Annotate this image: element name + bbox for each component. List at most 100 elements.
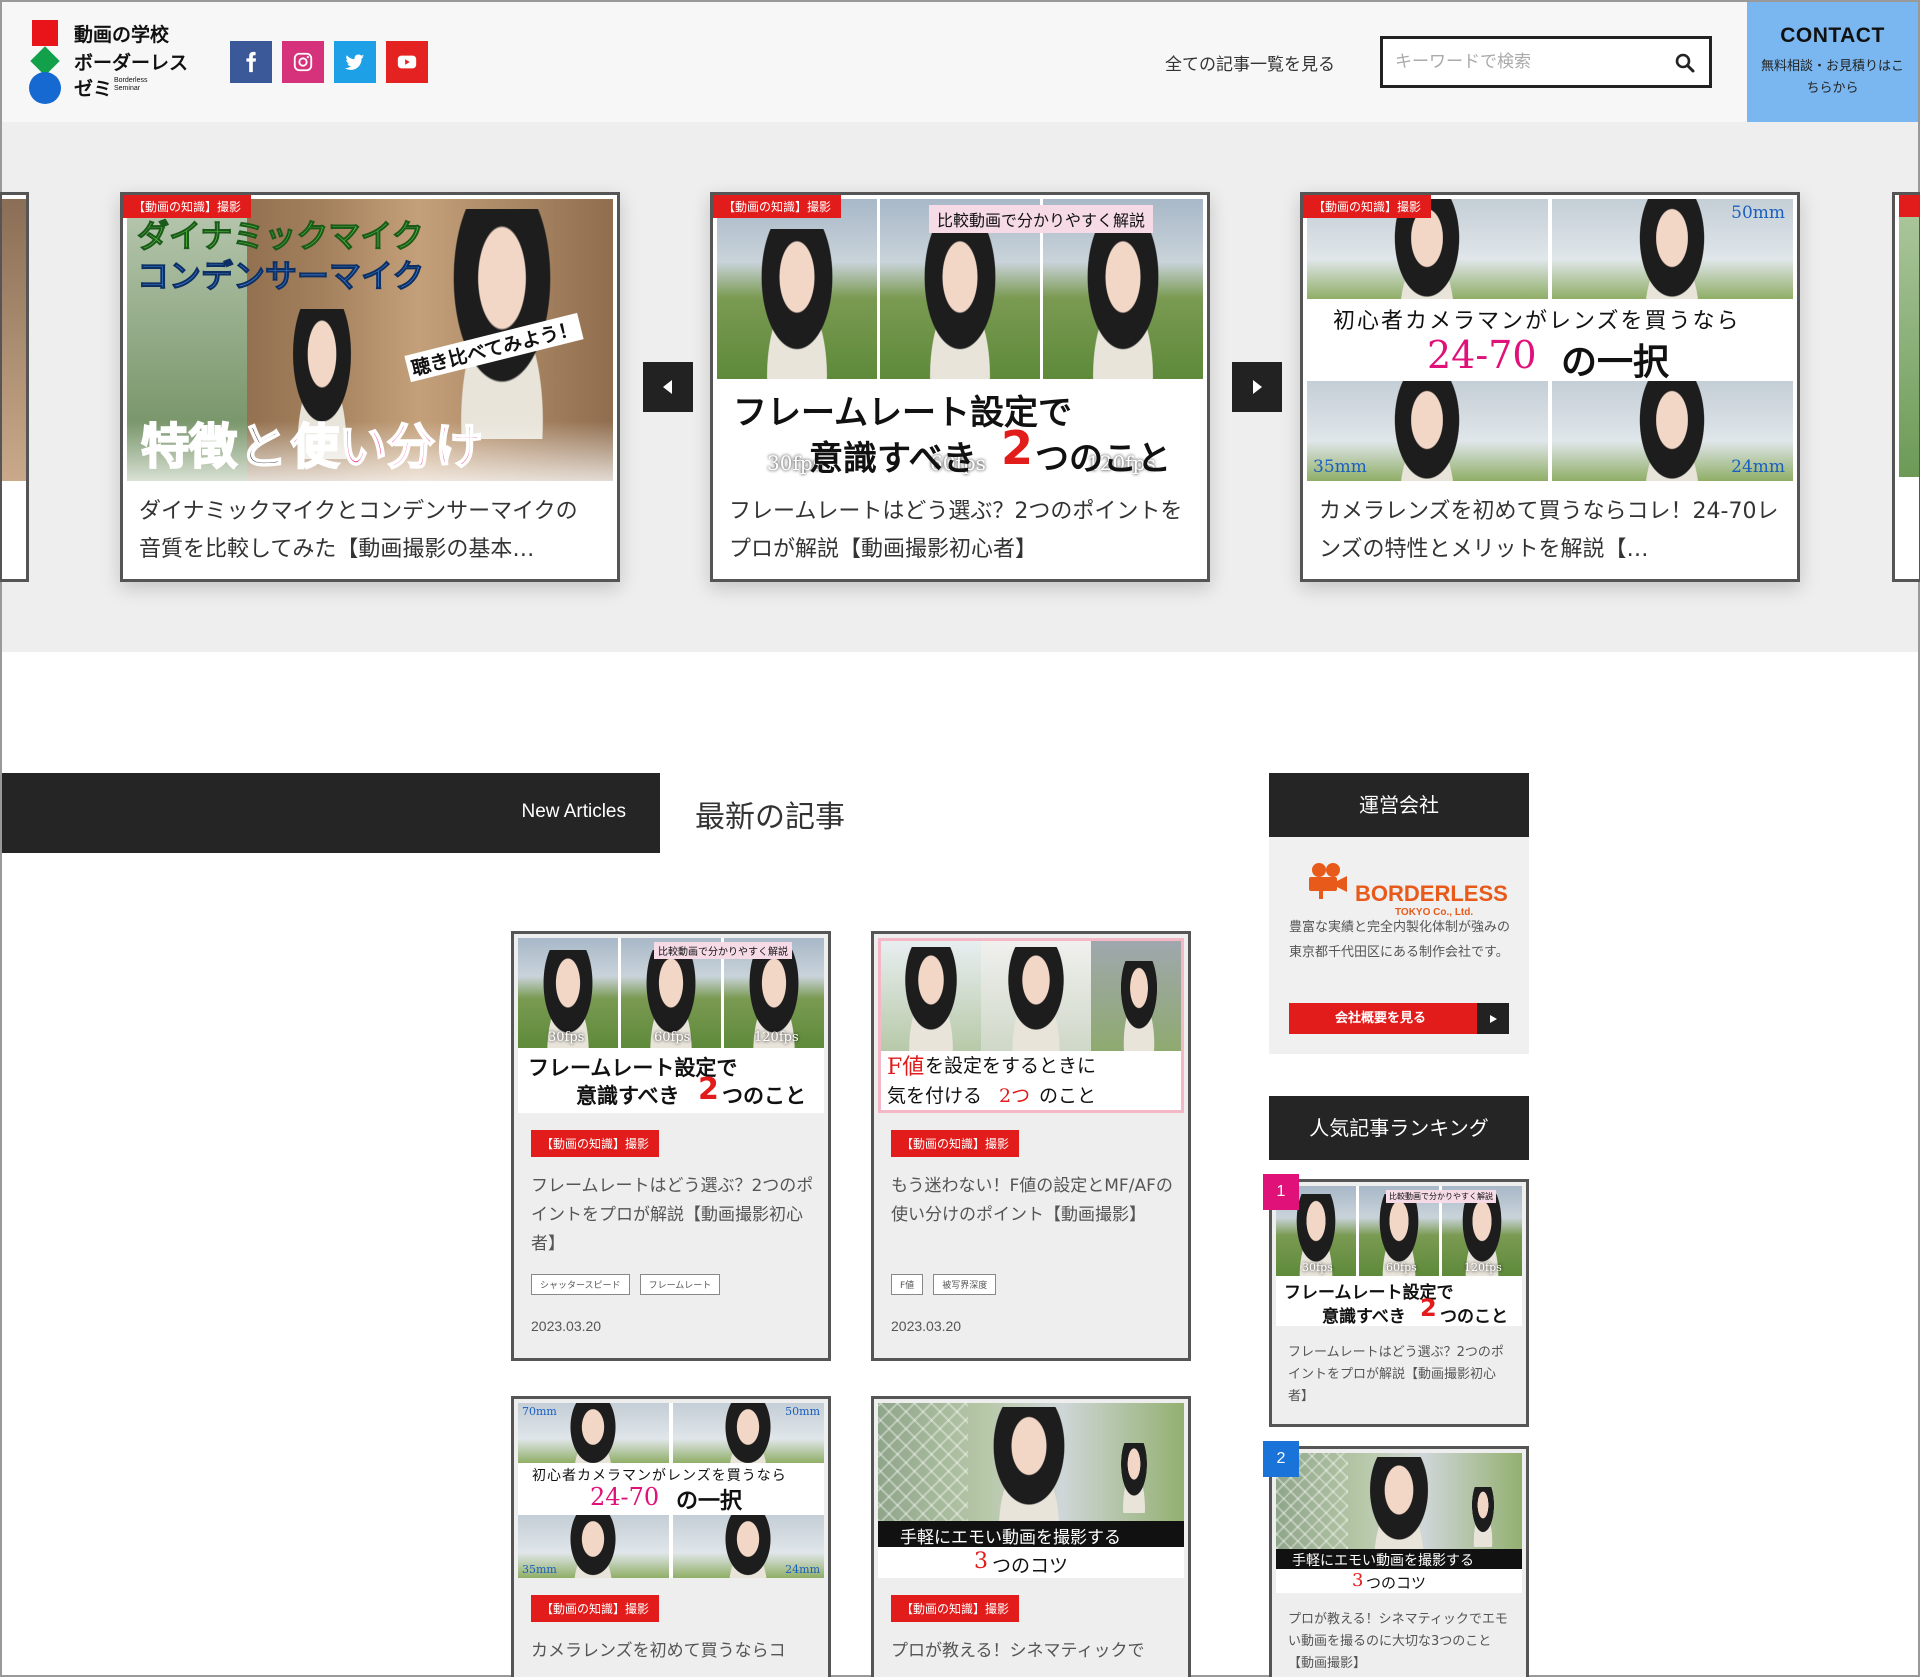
thumb-text: 特徴 [140, 418, 238, 476]
slide-partial-left[interactable] [0, 192, 29, 582]
slider-prev-button[interactable] [643, 362, 693, 412]
thumb-text: 初心者カメラマンがレンズを買うなら [532, 1468, 787, 1484]
article-card[interactable]: 70mm 50mm 初心者カメラマンがレンズを買うなら 24-70 の一択 35… [511, 1396, 831, 1677]
thumb-text: 手軽にエモい動画を撮影する [1292, 1553, 1474, 1569]
category-badge[interactable]: 【動画の知識】撮影 [531, 1595, 660, 1622]
article-thumbnail: F値 を設定をするときに 気を付ける 2つ のこと [878, 938, 1184, 1113]
article-card[interactable]: 手軽にエモい動画を撮影する 3 つのコツ 【動画の知識】撮影 プロが教える！シネ… [871, 1396, 1191, 1677]
thumb-text: 2 [698, 1072, 719, 1107]
slide-partial-right[interactable] [1892, 192, 1920, 582]
lens-label: 70mm [522, 1405, 557, 1418]
photo-panel [1091, 941, 1181, 1051]
slide-partial-thumb [1899, 217, 1919, 477]
person-shape [713, 1515, 783, 1578]
lens-label: 35mm [522, 1563, 557, 1576]
tag[interactable]: F値 [891, 1274, 924, 1295]
search-input[interactable] [1395, 49, 1665, 75]
slide-card[interactable]: ダイナミックマイク コンデンサーマイク 聴き比べてみよう！ 特徴 と 使い分け … [120, 192, 620, 582]
all-articles-link[interactable]: 全ての記事一覧を見る [1165, 50, 1335, 75]
arrow-left-icon [663, 380, 672, 394]
tag[interactable]: 被写界深度 [933, 1274, 997, 1295]
camera-icon [1309, 863, 1347, 899]
category-badge[interactable]: 【動画の知識】撮影 [891, 1595, 1020, 1622]
person-shape [905, 229, 1015, 379]
thumb-text: 使い分け [290, 418, 484, 476]
category-badge[interactable]: 【動画の知識】撮影 [1303, 195, 1432, 218]
company-profile-button[interactable]: 会社概要を見る [1289, 1003, 1509, 1034]
ranking-item[interactable]: 30fps 60fps 120fps 比較動画で分かりやすく解説 フレームレート… [1269, 1179, 1529, 1427]
category-badge[interactable]: 【動画の知識】撮影 [531, 1130, 660, 1157]
ranking-title[interactable]: プロが教える！シネマティックでエモい動画を撮るのに大切な3つのこと【動画撮影】 [1288, 1609, 1514, 1675]
search-icon[interactable] [1673, 51, 1697, 75]
thumb-text: 2つ [999, 1085, 1031, 1107]
slide-card[interactable]: 30fps 60fps 120fps 比較動画で分かりやすく解説 フレームレート… [710, 192, 1210, 582]
slider-next-button[interactable] [1232, 362, 1282, 412]
article-title[interactable]: フレームレートはどう選ぶ？2つのポイントをプロが解説【動画撮影初心者】 [531, 1172, 821, 1259]
article-card[interactable]: 30fps 60fps 120fps 比較動画で分かりやすく解説 フレームレート… [511, 931, 831, 1361]
article-title[interactable]: もう迷わない！F値の設定とMF/AFの使い分けのポイント【動画撮影】 [891, 1172, 1181, 1230]
site-logo[interactable]: 動画の学校 ボーダーレス ゼミ Borderless Seminar [28, 18, 198, 104]
person-shape [891, 947, 971, 1051]
twitter-link[interactable] [334, 41, 376, 83]
category-badge-partial [1899, 195, 1919, 217]
article-title[interactable]: カメラレンズを初めて買うならコ [531, 1637, 821, 1666]
category-badge[interactable]: 【動画の知識】撮影 [713, 195, 842, 218]
photo-panel [717, 199, 877, 379]
thumb-text: 3 [974, 1549, 988, 1574]
lens-label: 35mm [1313, 457, 1367, 477]
search-box [1380, 36, 1712, 88]
person-shape [1622, 381, 1722, 481]
article-card[interactable]: F値 を設定をするときに 気を付ける 2つ のこと 【動画の知識】撮影 もう迷わ… [871, 931, 1191, 1361]
article-title[interactable]: プロが教える！シネマティックで [891, 1637, 1181, 1666]
youtube-link[interactable] [386, 41, 428, 83]
thumb-text: 意識すべき [576, 1084, 680, 1108]
borderless-logo[interactable]: BORDERLESS TOKYO Co., Ltd. [1305, 859, 1508, 918]
featured-slider: ダイナミックマイク コンデンサーマイク 聴き比べてみよう！ 特徴 と 使い分け … [0, 122, 1920, 652]
person-shape [1114, 1443, 1154, 1513]
slide-partial-thumb [2, 199, 26, 481]
slide-card[interactable]: 50mm 初心者カメラマンがレンズを買うなら 24-70 の一択 35mm 24… [1300, 192, 1800, 582]
thumb-text: コンデンサーマイク [136, 257, 425, 296]
person-shape [1377, 381, 1477, 481]
category-badge[interactable]: 【動画の知識】撮影 [891, 1130, 1020, 1157]
thumb-text: と [238, 418, 288, 476]
net-shape [878, 1403, 968, 1521]
ranking-item[interactable]: 手軽にエモい動画を撮影する 3 つのコツ プロが教える！シネマティックでエモい動… [1269, 1446, 1529, 1677]
fps-label: 60fps [1386, 1261, 1417, 1274]
thumb-text: の一択 [676, 1489, 743, 1514]
slide-title[interactable]: ダイナミックマイクとコンデンサーマイクの音質を比較してみた【動画撮影の基本… [139, 493, 599, 569]
slide-title[interactable]: カメラレンズを初めて買うならコレ！24-70レンズの特性とメリットを解説【… [1319, 493, 1779, 569]
company-profile-label: 会社概要を見る [1335, 1011, 1427, 1026]
slide-title[interactable]: フレームレートはどう選ぶ？2つのポイントをプロが解説【動画撮影初心者】 [729, 493, 1189, 569]
facebook-link[interactable] [230, 41, 272, 83]
facebook-icon [246, 51, 257, 73]
contact-button[interactable]: CONTACT 無料相談・お見積りはこちらから [1747, 2, 1918, 122]
fps-label: 30fps [1302, 1261, 1333, 1274]
thumb-text: 24-70 [1427, 333, 1537, 377]
thumb-text: 3 [1352, 1570, 1364, 1591]
article-thumbnail: 30fps 60fps 120fps 比較動画で分かりやすく解説 フレームレート… [518, 938, 824, 1113]
twitter-icon [344, 54, 365, 70]
photo-panel [1276, 1453, 1522, 1549]
ranking-thumbnail: 30fps 60fps 120fps 比較動画で分かりやすく解説 フレームレート… [1276, 1186, 1522, 1326]
tag[interactable]: フレームレート [639, 1274, 721, 1295]
tag[interactable]: シャッタースピード [531, 1274, 630, 1295]
fps-label: 60fps [654, 1030, 691, 1045]
thumb-text: F値 [887, 1055, 925, 1080]
ranking-title[interactable]: フレームレートはどう選ぶ？2つのポイントをプロが解説【動画撮影初心者】 [1288, 1342, 1514, 1408]
instagram-link[interactable] [282, 41, 324, 83]
photo-panel [981, 941, 1091, 1051]
person-shape [1111, 961, 1167, 1051]
new-articles-label-en: New Articles [521, 801, 626, 822]
person-shape [558, 1403, 628, 1463]
fps-label: 30fps [548, 1030, 585, 1045]
lens-label: 50mm [1731, 203, 1785, 223]
thumb-badge: 比較動画で分かりやすく解説 [929, 205, 1154, 233]
contact-subtitle: 無料相談・お見積りはこちらから [1760, 59, 1904, 96]
category-badge[interactable]: 【動画の知識】撮影 [123, 195, 252, 218]
site-header: 動画の学校 ボーダーレス ゼミ Borderless Seminar 全ての記事… [2, 2, 1918, 122]
article-thumbnail: 70mm 50mm 初心者カメラマンがレンズを買うなら 24-70 の一択 35… [518, 1403, 824, 1578]
contact-title: CONTACT [1780, 24, 1885, 47]
thumb-text: つのこと [1440, 1307, 1508, 1326]
tag-list: F値 被写界深度 [891, 1274, 997, 1295]
